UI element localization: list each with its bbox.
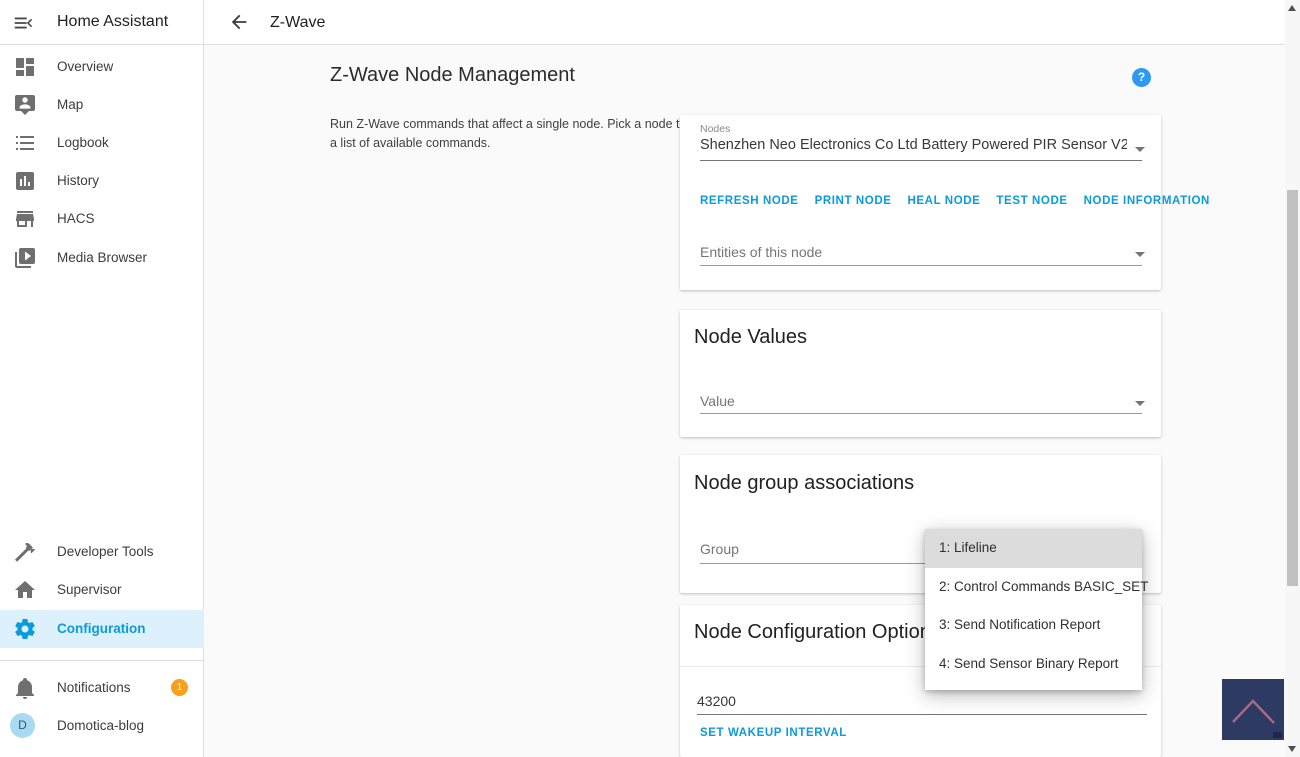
scroll-down-arrow[interactable] [1288,746,1296,752]
set-wakeup-interval-button[interactable]: SET WAKEUP INTERVAL [700,727,847,739]
chevron-down-icon[interactable] [1135,401,1145,406]
node-values-title: Node Values [694,326,808,348]
menu-item-control-commands[interactable]: 2: Control Commands BASIC_SET [925,568,1148,607]
corner-notch [1273,732,1282,738]
menu-item-notification-report[interactable]: 3: Send Notification Report [925,606,1142,645]
chevron-down-icon[interactable] [1135,252,1145,257]
sidebar-item-media-browser[interactable]: Media Browser [0,239,204,277]
heal-node-button[interactable]: HEAL NODE [908,195,981,207]
sidebar-divider [0,660,204,661]
sidebar-item-label: HACS [57,211,95,226]
wakeup-interval-input[interactable] [697,693,1127,709]
entities-select-underline [700,265,1142,266]
sidebar-toggle-icon[interactable] [12,12,34,34]
help-icon[interactable]: ? [1132,68,1151,87]
sidebar-header: Home Assistant [0,0,203,45]
play-box-icon [15,248,35,268]
sidebar-item-label: Configuration [57,621,146,636]
profile-label: Domotica-blog [57,718,145,733]
home-icon [15,581,35,598]
sidebar-item-label: Overview [57,59,114,74]
nodes-card: Nodes Shenzhen Neo Electronics Co Ltd Ba… [680,115,1209,290]
refresh-node-button[interactable]: REFRESH NODE [700,195,799,207]
corner-logo-box [1222,679,1284,740]
list-icon [16,136,34,150]
sidebar-item-label: Supervisor [57,582,122,597]
sidebar-item-history[interactable]: History [0,162,204,200]
test-node-button[interactable]: TEST NODE [996,195,1067,207]
value-select-underline [700,413,1142,414]
map-icon [15,95,35,115]
dashboard-icon [16,58,34,76]
sidebar-item-label: Developer Tools [57,544,154,559]
app-title: Home Assistant [57,13,169,30]
store-icon [16,211,34,227]
nodes-select-value[interactable]: Shenzhen Neo Electronics Co Ltd Battery … [700,137,1127,153]
print-node-button[interactable]: PRINT NODE [815,195,892,207]
main-content: Z-Wave Node Management ? Run Z-Wave comm… [204,45,1285,757]
nodes-select-label: Nodes [700,123,731,135]
bell-icon [16,678,34,699]
hammer-icon [15,542,35,562]
group-dropdown-menu: 1: Lifeline 2: Control Commands BASIC_SE… [925,529,1148,690]
config-options-title: Node Configuration Options [694,621,941,643]
sidebar-item-label: Media Browser [57,250,148,265]
avatar[interactable]: D [10,713,35,738]
chevron-up-icon [1232,699,1275,724]
menu-item-lifeline[interactable]: 1: Lifeline [925,529,1142,568]
sidebar-item-developer-tools[interactable]: Developer Tools [0,533,204,571]
node-actions: REFRESH NODE PRINT NODE HEAL NODE TEST N… [700,195,1210,207]
notification-badge: 1 [171,679,188,696]
nodes-select-underline [700,160,1142,161]
notifications-label: Notifications [57,680,131,695]
menu-item-sensor-binary-report[interactable]: 4: Send Sensor Binary Report [925,645,1142,684]
sidebar: Home Assistant Overview Map Logbook Hist… [0,0,204,757]
scroll-up-arrow[interactable] [1288,5,1296,11]
sidebar-item-label: Logbook [57,135,109,150]
back-arrow-icon[interactable] [228,11,250,33]
sidebar-item-configuration[interactable]: Configuration [0,610,204,648]
sidebar-item-map[interactable]: Map [0,86,204,124]
group-associations-title: Node group associations [694,472,915,494]
value-select[interactable]: Value [700,393,735,409]
topbar: Z-Wave [204,0,1285,45]
sidebar-item-label: History [57,173,100,188]
sidebar-item-logbook[interactable]: Logbook [0,124,204,162]
sidebar-item-label: Map [57,97,84,112]
sidebar-item-hacs[interactable]: HACS [0,200,204,238]
topbar-title: Z-Wave [270,14,326,31]
entities-select[interactable]: Entities of this node [700,244,822,260]
group-select[interactable]: Group [700,541,739,557]
sidebar-item-overview[interactable]: Overview [0,48,204,86]
scrollbar-thumb[interactable] [1287,190,1298,586]
chevron-down-icon[interactable] [1135,147,1145,152]
gear-icon [15,619,35,639]
scrollbar[interactable] [1285,0,1300,757]
page-title: Z-Wave Node Management [330,64,575,86]
node-information-button[interactable]: NODE INFORMATION [1084,195,1210,207]
sidebar-item-supervisor[interactable]: Supervisor [0,571,204,609]
node-values-card: Node Values Value [680,310,1161,437]
chart-icon [16,172,34,190]
wakeup-input-underline [697,714,1147,715]
page-description: Run Z-Wave commands that affect a single… [330,117,711,150]
